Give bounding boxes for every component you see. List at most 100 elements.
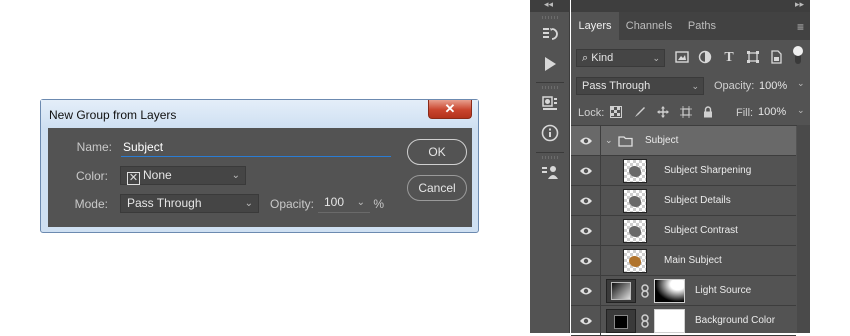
visibility-toggle[interactable] — [571, 216, 601, 246]
shape-filter-icon[interactable] — [746, 50, 760, 66]
adjustment-filter-icon[interactable] — [698, 50, 712, 66]
mode-label: Mode: — [74, 197, 108, 211]
layers-list: ⌄ Subject Subject Sharpening Subject Det… — [571, 125, 810, 336]
layer-name[interactable]: Main Subject — [664, 246, 722, 276]
tab-channels[interactable]: Channels — [619, 12, 679, 40]
layer-row-background-color[interactable]: Background Color — [571, 306, 796, 336]
no-color-icon: ✕ — [127, 172, 140, 185]
collapse-icon[interactable]: ◂◂ — [544, 0, 553, 10]
layer-row-subject-details[interactable]: Subject Details — [571, 186, 796, 216]
link-icon[interactable] — [640, 284, 650, 298]
fill-value: 100% — [758, 106, 787, 118]
chevron-down-icon[interactable]: ⌄ — [797, 78, 805, 89]
layer-row-light-source[interactable]: Light Source — [571, 276, 796, 306]
play-actions-icon[interactable] — [540, 54, 560, 74]
layer-row-main-subject[interactable]: Main Subject — [571, 246, 796, 276]
layer-name[interactable]: Subject Details — [664, 186, 731, 216]
image-filter-icon[interactable] — [675, 50, 689, 66]
visibility-toggle[interactable] — [571, 306, 601, 336]
chevron-down-icon: ⌄ — [244, 198, 253, 209]
layer-mask-thumbnail[interactable] — [654, 309, 685, 333]
layer-mask-thumbnail[interactable] — [654, 279, 685, 303]
layer-name[interactable]: Subject — [645, 126, 678, 156]
history-icon[interactable] — [540, 25, 560, 45]
mode-select[interactable]: Pass Through ⌄ — [120, 194, 259, 213]
info-icon[interactable] — [540, 123, 560, 143]
grip-handle[interactable] — [542, 16, 558, 19]
cancel-button[interactable]: Cancel — [407, 175, 467, 201]
opacity-value[interactable]: 100% — [759, 80, 787, 92]
layer-row-subject-sharpening[interactable]: Subject Sharpening — [571, 156, 796, 186]
color-fill-thumbnail[interactable] — [606, 309, 636, 333]
lock-label: Lock: — [578, 107, 605, 119]
dialog-titlebar[interactable]: New Group from Layers ✕ — [41, 100, 478, 128]
thumbnail-subject — [629, 196, 641, 207]
layer-thumbnail — [623, 159, 647, 183]
visibility-toggle[interactable] — [571, 276, 601, 306]
lock-all-icon[interactable] — [701, 106, 715, 120]
link-icon[interactable] — [640, 314, 650, 328]
folder-icon — [618, 136, 633, 147]
fill-input[interactable]: 100% — [755, 104, 792, 122]
eye-icon — [580, 197, 592, 205]
new-group-dialog: New Group from Layers ✕ Name: Subject Co… — [40, 99, 479, 233]
properties-icon[interactable] — [540, 94, 560, 114]
color-swatch — [614, 315, 628, 329]
visibility-toggle[interactable] — [571, 126, 601, 156]
mode-value: Pass Through — [127, 196, 202, 210]
layers-panel: ▸▸ Layers Channels Paths ≡ ⌕ Kind ⌄ T Pa… — [571, 0, 810, 336]
visibility-toggle[interactable] — [571, 246, 601, 276]
layer-name[interactable]: Subject Sharpening — [664, 156, 751, 186]
layer-row-subject[interactable]: ⌄ Subject — [571, 126, 796, 156]
panel-menu-icon[interactable]: ≡ — [797, 20, 804, 34]
close-button[interactable]: ✕ — [428, 100, 472, 119]
eye-icon — [580, 137, 592, 145]
color-select[interactable]: ✕ None ⌄ — [120, 166, 246, 185]
chevron-down-icon[interactable]: ⌄ — [605, 135, 613, 146]
layer-name[interactable]: Background Color — [695, 306, 775, 336]
lock-transparent-pixels-icon[interactable] — [609, 106, 623, 120]
color-value: None — [143, 168, 172, 182]
eye-icon — [580, 257, 592, 265]
opacity-label: Opacity: — [269, 197, 314, 211]
libraries-icon[interactable] — [540, 163, 560, 183]
visibility-toggle[interactable] — [571, 156, 601, 186]
name-label: Name: — [76, 140, 112, 154]
name-input[interactable]: Subject — [121, 139, 391, 157]
tab-paths[interactable]: Paths — [679, 12, 725, 40]
close-icon: ✕ — [444, 101, 456, 116]
chevron-down-icon: ⌄ — [652, 53, 660, 63]
lock-position-icon[interactable] — [656, 106, 670, 120]
tab-layers[interactable]: Layers — [571, 12, 619, 40]
color-label: Color: — [75, 169, 108, 183]
grip-handle[interactable] — [542, 86, 558, 89]
filter-toggle[interactable] — [793, 46, 803, 64]
layer-thumbnail — [623, 219, 647, 243]
tool-strip: ◂◂ — [530, 0, 570, 333]
chevron-down-icon: ⌄ — [231, 170, 240, 181]
gradient-fill-thumbnail[interactable] — [606, 279, 636, 303]
search-icon: ⌕ — [582, 52, 589, 64]
dialog-body: Name: Subject Color: ✕ None ⌄ Mode: Pass … — [48, 128, 472, 227]
type-filter-icon[interactable]: T — [722, 50, 736, 66]
grip-handle[interactable] — [542, 156, 558, 159]
ok-button[interactable]: OK — [407, 139, 467, 165]
chevron-down-icon[interactable]: ⌄ — [797, 105, 805, 116]
smart-object-filter-icon[interactable] — [769, 50, 783, 66]
thumbnail-subject — [629, 226, 641, 237]
layer-name[interactable]: Light Source — [695, 276, 751, 306]
visibility-toggle[interactable] — [571, 186, 601, 216]
layer-name[interactable]: Subject Contrast — [664, 216, 738, 246]
layers-scrollbar[interactable] — [797, 125, 810, 333]
lock-artboard-icon[interactable] — [679, 106, 693, 120]
blend-mode-select[interactable]: Pass Through ⌄ — [576, 77, 704, 95]
expand-icon[interactable]: ▸▸ — [795, 0, 804, 10]
opacity-unit: % — [373, 197, 384, 211]
kind-filter-select[interactable]: ⌕ Kind ⌄ — [576, 49, 665, 67]
layer-row-subject-contrast[interactable]: Subject Contrast — [571, 216, 796, 246]
lock-image-pixels-icon[interactable] — [633, 106, 647, 120]
divider — [536, 82, 564, 83]
opacity-label: Opacity: — [714, 80, 755, 92]
eye-icon — [580, 317, 592, 325]
eye-icon — [580, 167, 592, 175]
